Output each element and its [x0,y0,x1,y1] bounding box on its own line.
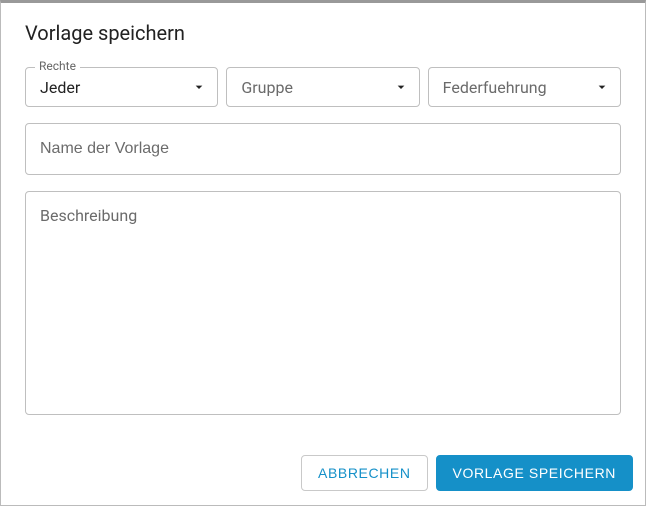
description-input[interactable] [25,191,621,415]
save-button[interactable]: Vorlage speichern [436,455,633,491]
select-row: Rechte Jeder Gruppe Feder [25,67,621,107]
rights-field: Rechte Jeder [25,67,218,107]
save-template-dialog: Vorlage speichern Rechte Jeder Gruppe [0,0,646,506]
template-name-input[interactable] [25,123,621,175]
rights-value: Jeder [40,78,80,97]
dialog-content: Rechte Jeder Gruppe Feder [1,55,645,443]
chevron-down-icon [393,79,409,95]
group-select[interactable]: Gruppe [226,67,419,107]
group-placeholder: Gruppe [241,78,293,97]
dialog-actions: Abbrechen Vorlage speichern [1,443,645,505]
rights-label: Rechte [35,59,80,73]
dialog-title: Vorlage speichern [1,3,645,55]
lead-placeholder: Federfuehrung [443,78,547,97]
name-field [25,123,621,175]
group-field: Gruppe [226,67,419,107]
chevron-down-icon [191,79,207,95]
chevron-down-icon [594,79,610,95]
cancel-button[interactable]: Abbrechen [301,455,428,491]
lead-select[interactable]: Federfuehrung [428,67,621,107]
description-field [25,191,621,419]
lead-field: Federfuehrung [428,67,621,107]
rights-select[interactable]: Jeder [25,67,218,107]
